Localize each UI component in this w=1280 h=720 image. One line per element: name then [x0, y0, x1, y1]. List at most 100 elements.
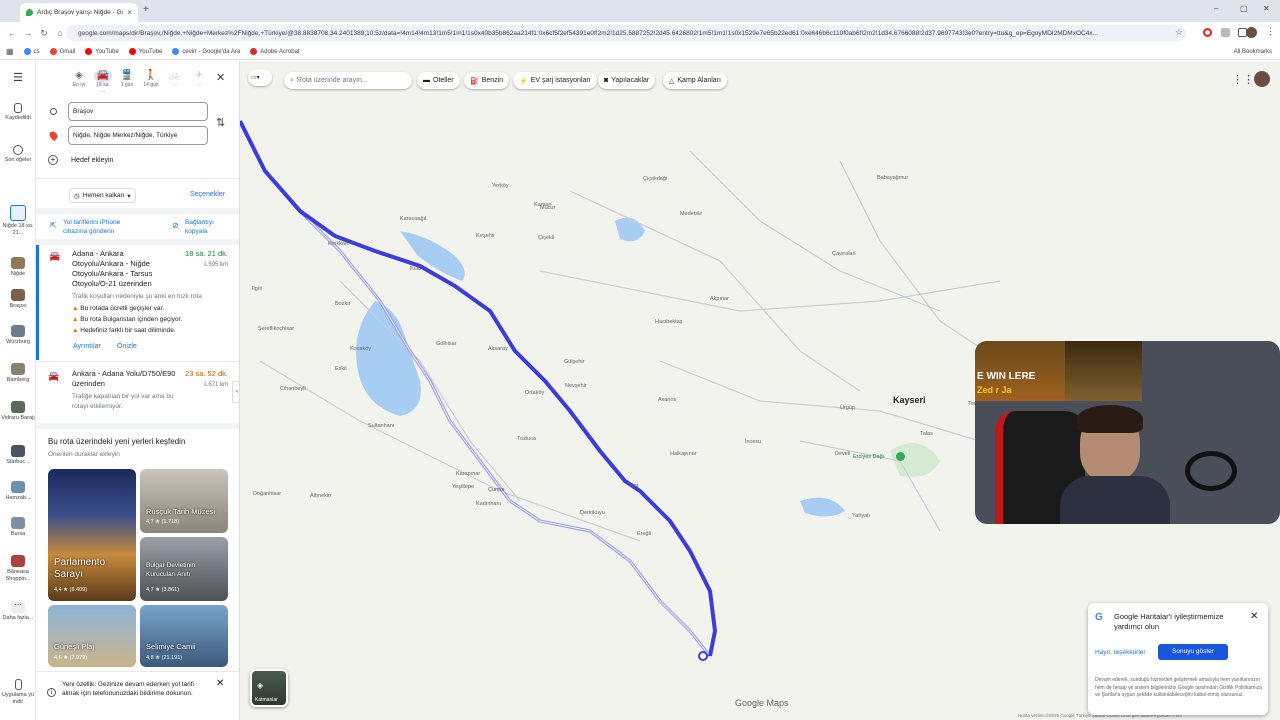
rail-saved[interactable]: Kaydedildi: [0, 103, 36, 122]
maps-left-rail: ☰ Kaydedildi Son öğeler Niğde 18 sa. 21.…: [0, 61, 36, 720]
apps-grid-icon[interactable]: ▦: [6, 47, 14, 56]
chip-things-to-do[interactable]: ◙ Yapılacaklar: [598, 72, 656, 89]
rail-item[interactable]: Braşov: [0, 289, 36, 310]
rail-more[interactable]: ⋯ Daha fazla...: [0, 601, 36, 622]
close-banner-icon[interactable]: ✕: [216, 678, 224, 689]
bookmark-item[interactable]: YouTube: [128, 48, 162, 55]
place-card[interactable]: Bulgar Devletinin Kurucuları Anıtı 4,7 ★…: [140, 537, 228, 601]
swap-icon[interactable]: ⇅: [216, 116, 225, 129]
rail-item[interactable]: Vidraru Barajı: [0, 401, 36, 422]
route-preview-link[interactable]: Önizle: [117, 343, 137, 350]
chip-hotels[interactable]: ▬ Oteller: [417, 72, 460, 89]
phone-icon: [14, 679, 22, 690]
back-icon[interactable]: ←: [4, 28, 20, 38]
browser-tab[interactable]: Ardıç Braşov yarışı Niğde - Go ×: [20, 3, 138, 22]
town-label: Babayağmur: [877, 175, 909, 181]
rail-item[interactable]: Niğde: [0, 257, 36, 278]
rail-item[interactable]: Bamberg: [0, 363, 36, 384]
place-card[interactable]: Güneşli Plaj 4,6 ★ (7.979): [48, 605, 136, 667]
route-note: Trafik koşulları nedeniyle şu anki en hı…: [72, 293, 202, 300]
menu-icon[interactable]: ☰: [0, 73, 36, 84]
popup-yes-button[interactable]: Sonuyu göster: [1158, 644, 1228, 660]
place-card[interactable]: Parlamento Sarayı 4,4 ★ (6.409): [48, 469, 136, 601]
popup-no-button[interactable]: Hayır, teşekkürler: [1095, 649, 1146, 656]
rail-recent[interactable]: Son öğeler: [0, 145, 36, 164]
town-label: Akpınar: [710, 296, 729, 302]
town-label: Kulu: [410, 266, 422, 272]
extension-icon[interactable]: [1221, 28, 1230, 37]
collapse-panel-handle[interactable]: ‹: [232, 381, 239, 403]
place-card[interactable]: Rusçuk Tarih Müzesi 4,7 ★ (1.718): [140, 469, 228, 533]
route-details-link[interactable]: Ayrıntılar: [73, 343, 101, 350]
profile-avatar[interactable]: [1246, 27, 1257, 38]
mode-flight[interactable]: ✈ —: [190, 70, 208, 94]
maximize-icon[interactable]: ▢: [1240, 4, 1248, 13]
minimize-icon[interactable]: –: [1214, 4, 1218, 13]
town-label: Talas: [920, 431, 933, 437]
url-field[interactable]: google.com/maps/dir/Braşov,/Niğde,+Niğde…: [66, 25, 1186, 41]
bookmark-item[interactable]: cs: [23, 48, 40, 55]
feature-banner: i Yeni özellik: Gezinize devam ederken y…: [36, 671, 239, 720]
bookmark-item[interactable]: cevirr - Google'da Ara: [172, 48, 240, 55]
options-link[interactable]: Seçenekler: [190, 191, 225, 198]
account-avatar[interactable]: [1254, 71, 1270, 87]
place-card[interactable]: Selimiye Camii 4,8 ★ (21.191): [140, 605, 228, 667]
town-label: Çiçekdağı: [643, 176, 668, 182]
chip-gas[interactable]: ⛽ Benzin: [464, 72, 510, 89]
address-bar-row: ← → ↻ ⌂ google.com/maps/dir/Braşov,/Niğd…: [0, 22, 1280, 44]
opera-icon[interactable]: [1203, 28, 1212, 37]
menu-dots-icon[interactable]: ⋮: [1266, 26, 1275, 37]
place-name: Parlamento Sarayı: [54, 557, 106, 580]
map-menu-chip[interactable]: ▭▾: [248, 69, 272, 86]
new-tab-icon[interactable]: +: [143, 4, 149, 15]
add-destination-icon[interactable]: +: [48, 155, 58, 165]
bookmark-item[interactable]: YouTube: [85, 48, 119, 55]
mode-driving[interactable]: 🚘 18 sa. ...: [94, 70, 112, 94]
add-destination-label[interactable]: Hedef ekleyin: [71, 157, 113, 164]
origin-input[interactable]: Braşov: [68, 102, 208, 121]
rail-item[interactable]: Băneasa Shoppin...: [0, 555, 36, 583]
rail-item[interactable]: Starbuc...: [0, 445, 36, 466]
send-to-phone-link[interactable]: Yol tariflerini iPhone cihazına gönderin: [63, 218, 143, 236]
layers-button[interactable]: ◈ Katmanlar: [250, 669, 288, 707]
rail-item[interactable]: Bursa: [0, 517, 36, 538]
town-label: Çumra: [488, 487, 505, 493]
place-name: Güneşli Plaj: [54, 642, 95, 651]
chip-camping[interactable]: △ Kamp Alanları: [663, 72, 727, 89]
bookmark-star-icon[interactable]: ☆: [1175, 27, 1183, 38]
route-time: 23 sa. 52 dk.: [185, 369, 228, 378]
google-maps-logo: Google Maps: [735, 698, 789, 708]
rail-item[interactable]: Würzburg: [0, 325, 36, 346]
link-icon: ⊘: [172, 221, 179, 230]
bed-icon: ▬: [423, 77, 430, 84]
copy-link[interactable]: Bağlantıyı kopyala: [185, 218, 230, 236]
close-directions-icon[interactable]: ✕: [216, 71, 225, 84]
town-label: Bor: [630, 483, 639, 489]
mode-walking[interactable]: 🚶 14 gün: [142, 70, 160, 94]
rail-item[interactable]: Hamzab...: [0, 481, 36, 502]
bookmark-item[interactable]: Gmail: [49, 48, 75, 55]
mode-cycling[interactable]: 🚲 —: [166, 70, 184, 94]
route-option-2[interactable]: 🚘 Ankara - Adana Yolu/D750/E90 üzerinden…: [36, 365, 239, 421]
town-label: Gülşehir: [564, 359, 585, 365]
rail-get-app[interactable]: Uygulama yü indir: [0, 679, 36, 706]
close-window-icon[interactable]: ✕: [1263, 4, 1270, 13]
route-option-1[interactable]: 🚘 Adana - Ankara Otoyolu/Ankara - Niğde …: [36, 245, 239, 360]
place-rating: 4,7 ★ (1.718): [146, 519, 180, 525]
mode-best[interactable]: ◈ En iyi: [70, 70, 88, 94]
popup-close-icon[interactable]: ✕: [1250, 611, 1258, 622]
mode-transit[interactable]: 🚆 1 gün: [118, 70, 136, 94]
reload-icon[interactable]: ↻: [36, 28, 52, 39]
tab-close-icon[interactable]: ×: [127, 8, 132, 17]
chip-ev[interactable]: ⚡ EV şarj istasyonları: [513, 72, 597, 89]
route-search-input[interactable]: ⌕ Rota üzerinde arayın...: [284, 72, 412, 89]
destination-input[interactable]: Niğde, Niğde Merkez/Niğde, Türkiye: [68, 126, 208, 145]
depart-dropdown[interactable]: ◷ Hemen kalkan ▾: [69, 188, 136, 203]
bookmark-item[interactable]: Adobe Acrobat: [250, 48, 300, 55]
rail-item-nigde-route[interactable]: Niğde 18 sa. 21...: [0, 205, 36, 237]
all-bookmarks[interactable]: All Bookmarks: [1234, 49, 1272, 55]
poster-text: E WIN LERE: [977, 371, 1036, 382]
town-label: Hacıbektaş: [655, 319, 683, 325]
forward-icon[interactable]: →: [20, 28, 36, 38]
route-distance: 1.595 km: [203, 262, 228, 268]
